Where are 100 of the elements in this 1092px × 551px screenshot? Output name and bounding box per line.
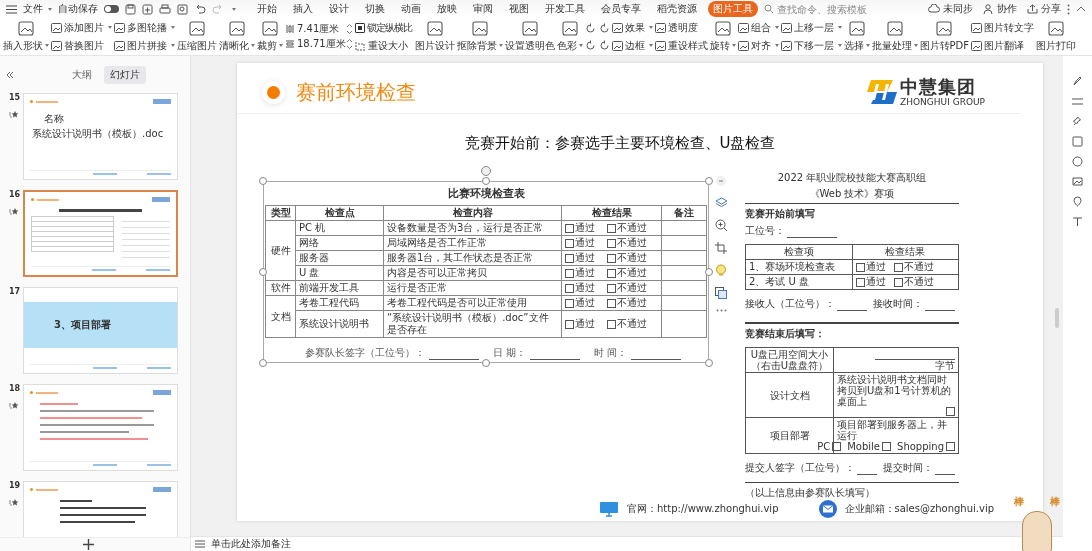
resize-handle[interactable] [259,268,267,276]
resize-handle[interactable] [705,177,713,185]
result-checkbox[interactable]: 通过 [855,276,886,288]
autosave-toggle[interactable] [104,5,119,13]
collaborate-button[interactable]: 协作 [983,2,1017,16]
result-checkbox[interactable]: 不通过 [893,276,934,288]
ribbon-button[interactable]: 对齐 [737,38,779,53]
collapse-icon[interactable] [1076,6,1086,12]
ribbon-button[interactable]: 重设大小 [355,38,413,53]
ribbon-button[interactable]: 上移一层 [780,20,842,35]
ribbon-tab[interactable]: 稻壳资源 [652,1,702,17]
notes-placeholder[interactable]: 单击此处添加备注 [211,537,291,551]
resize-handle[interactable] [482,359,490,367]
result-checkbox[interactable]: 不通过 [607,222,647,234]
ribbon-button[interactable]: 设置透明色 [504,20,555,53]
ribbon-tab[interactable]: 切换 [360,1,390,17]
size-field[interactable]: 18.71厘米 [297,38,353,50]
ribbon-button[interactable]: 图片翻译 [971,38,1034,53]
resize-handle[interactable] [482,177,490,185]
preview-icon[interactable] [177,3,188,15]
more-icon[interactable] [715,309,727,312]
ribbon-button[interactable]: 边框 [611,38,653,53]
resize-handle[interactable] [705,359,713,367]
ribbon-button[interactable]: 图片拼接 [114,38,175,53]
ribbon-button[interactable]: 效果 [611,20,653,35]
option-checkbox[interactable] [946,407,955,416]
ribbon-button[interactable]: 裁剪 [257,20,283,53]
ribbon-button[interactable]: 组合 [737,20,779,35]
result-checkbox[interactable]: 不通过 [607,267,647,279]
copy-image-icon[interactable] [715,287,727,299]
zoom-in-icon[interactable] [714,219,728,232]
collapse-icon[interactable] [6,71,14,79]
menu-icon[interactable] [6,4,17,14]
result-checkbox[interactable]: 通过 [565,282,595,294]
result-checkbox[interactable]: 不通过 [607,297,647,309]
spinner-icon[interactable] [347,39,352,49]
ribbon-tab[interactable]: 会员专享 [596,1,646,17]
ribbon-button[interactable]: 透明度 [654,20,708,35]
ribbon-tab[interactable]: 放映 [432,1,462,17]
checkbox[interactable] [355,22,365,33]
share-button[interactable]: 分享 [1027,2,1061,16]
ribbon-button[interactable]: 图片打印 [1036,20,1076,53]
ribbon-button[interactable]: 旋转 [709,20,736,53]
result-checkbox[interactable]: 通过 [565,252,595,264]
undo-icon[interactable] [194,3,206,15]
resize-handle[interactable] [259,177,267,185]
option-checkbox[interactable]: Shopping [897,441,955,452]
ribbon-button[interactable]: 替换图片 [51,38,112,53]
ribbon-tab[interactable]: 设计 [324,1,354,17]
panel-tab[interactable]: 大纲 [66,66,98,84]
aspect-ratio-checkbox[interactable]: 锁定纵横比 [355,20,413,35]
result-checkbox[interactable]: 通过 [565,318,595,330]
sync-button[interactable]: 未同步 [928,2,973,16]
slide-thumbnail[interactable]: 3、项目部署 [23,287,178,374]
ribbon-button[interactable]: 色彩 [556,20,583,53]
result-checkbox[interactable]: 通过 [565,237,595,249]
text-icon[interactable] [1072,216,1083,227]
ribbon-button[interactable]: 图片转PDF [919,20,969,53]
ribbon-button[interactable]: 下移一层 [780,38,842,53]
ribbon-tab[interactable]: 开发工具 [540,1,590,17]
ribbon-button[interactable]: 压缩图片 [177,20,217,53]
layers-icon[interactable] [714,197,728,209]
ribbon-button[interactable]: 清晰化 [219,20,255,53]
ribbon-tab[interactable]: 开始 [252,1,282,17]
spinner-icon[interactable] [347,24,352,34]
ribbon-button[interactable]: 多图轮播 [114,20,175,35]
file-menu[interactable]: 文件 [23,2,52,16]
result-checkbox[interactable]: 通过 [565,297,595,309]
slide-thumbnail[interactable]: 名称 系统设计说明书（模板）.doc [23,93,178,180]
ribbon-button[interactable]: 抠除背景 [456,20,503,53]
resize-handle[interactable] [705,268,713,276]
rotate-handle[interactable] [481,166,491,176]
ribbon-button[interactable]: 批量处理 [871,20,918,53]
ribbon-tab[interactable]: 视图 [504,1,534,17]
ribbon-button[interactable]: 重设样式 [654,38,708,53]
result-checkbox[interactable]: 不通过 [607,318,647,330]
more-icon[interactable] [1067,3,1070,15]
result-checkbox[interactable]: 通过 [565,267,595,279]
result-checkbox[interactable]: 通过 [855,261,886,273]
result-checkbox[interactable]: 不通过 [607,252,647,264]
option-checkbox[interactable]: PC [817,441,842,452]
ribbon-tab[interactable]: 插入 [288,1,318,17]
ribbon-button[interactable]: 插入形状 [3,20,49,53]
panel-tab[interactable]: 幻灯片 [104,66,146,84]
print-icon[interactable] [159,3,171,15]
result-checkbox[interactable]: 通过 [565,222,595,234]
caret-icon[interactable] [232,7,236,11]
ribbon-button[interactable]: 添加图片 [51,20,112,35]
save-icon[interactable] [125,3,136,15]
result-checkbox[interactable]: 不通过 [893,261,934,273]
result-checkbox[interactable]: 不通过 [607,282,647,294]
search-field[interactable]: 查找命令、搜索模板 [764,3,872,15]
crop-icon[interactable] [715,242,727,254]
result-checkbox[interactable]: 不通过 [607,237,647,249]
ribbon-tab[interactable]: 动画 [396,1,426,17]
slide-thumbnail[interactable] [23,190,178,277]
option-checkbox[interactable]: Mobile [847,441,892,452]
export-icon[interactable] [142,3,153,15]
resize-handle[interactable] [259,359,267,367]
ribbon-tab[interactable]: 审阅 [468,1,498,17]
